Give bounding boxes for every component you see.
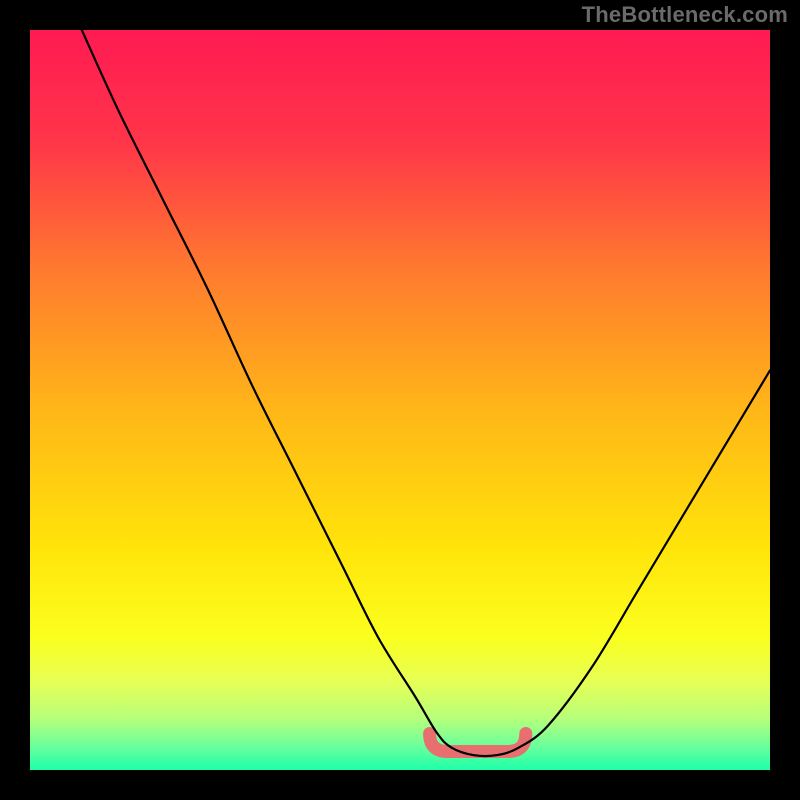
chart-frame: TheBottleneck.com	[0, 0, 800, 800]
curve-layer	[30, 30, 770, 770]
plot-area	[30, 30, 770, 770]
bottleneck-curve	[82, 30, 770, 756]
watermark-text: TheBottleneck.com	[582, 2, 788, 28]
